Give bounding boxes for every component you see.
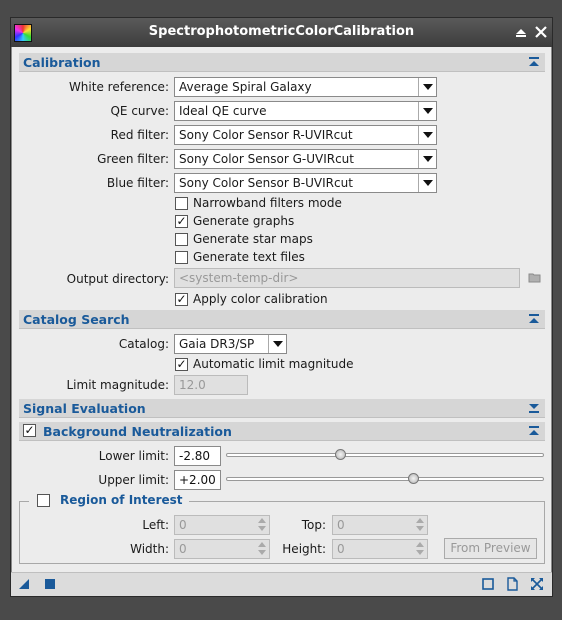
reset-icon[interactable] — [530, 577, 544, 591]
collapse-up-icon[interactable] — [527, 312, 541, 326]
green-filter-value: Sony Color Sensor G-UVIRcut — [179, 152, 354, 166]
blue-filter-combo[interactable]: Sony Color Sensor B-UVIRcut — [174, 173, 437, 193]
section-catalog-search[interactable]: Catalog Search — [19, 310, 545, 329]
qe-curve-value: Ideal QE curve — [179, 104, 267, 118]
white-reference-combo[interactable]: Average Spiral Galaxy — [174, 77, 437, 97]
catalog-label: Catalog: — [118, 337, 169, 351]
section-background-neutralization[interactable]: ✓ Background Neutralization — [19, 422, 545, 441]
roi-checkbox[interactable] — [37, 494, 50, 507]
section-calibration[interactable]: Calibration — [19, 53, 545, 72]
qe-curve-label: QE curve: — [110, 104, 169, 118]
roi-width-label: Width: — [130, 542, 169, 556]
generate-graphs-checkbox[interactable]: ✓ — [175, 215, 188, 228]
narrowband-checkbox[interactable] — [175, 197, 188, 210]
section-signal-evaluation[interactable]: Signal Evaluation — [19, 399, 545, 418]
narrowband-label: Narrowband filters mode — [193, 196, 342, 210]
background-neutralization-checkbox[interactable]: ✓ — [23, 424, 36, 437]
lower-limit-label: Lower limit: — [98, 449, 169, 463]
collapse-up-icon[interactable] — [527, 424, 541, 438]
window-title: SpectrophotometricColorCalibration — [148, 24, 415, 39]
chevron-down-icon — [418, 126, 436, 144]
close-icon[interactable] — [533, 24, 549, 40]
automatic-limit-checkbox[interactable]: ✓ — [175, 358, 188, 371]
chevron-down-icon — [268, 335, 286, 353]
roi-title: Region of Interest — [60, 493, 183, 507]
roi-header: Region of Interest — [29, 493, 189, 509]
white-reference-value: Average Spiral Galaxy — [179, 80, 312, 94]
apply-global-icon[interactable] — [43, 577, 57, 591]
upper-limit-slider-handle[interactable] — [408, 473, 420, 484]
white-reference-label: White reference: — [68, 80, 169, 94]
chevron-down-icon — [418, 150, 436, 168]
section-background-neutralization-title: Background Neutralization — [43, 424, 232, 439]
limit-magnitude-field[interactable]: 12.0 — [174, 375, 248, 395]
roi-top-spinner[interactable] — [414, 515, 427, 535]
expand-down-icon[interactable] — [527, 401, 541, 415]
lower-limit-slider[interactable] — [226, 453, 544, 457]
section-signal-evaluation-title: Signal Evaluation — [23, 401, 146, 416]
upper-limit-label: Upper limit: — [98, 473, 169, 487]
generate-star-maps-checkbox[interactable] — [175, 233, 188, 246]
green-filter-combo[interactable]: Sony Color Sensor G-UVIRcut — [174, 149, 437, 169]
from-preview-button[interactable]: From Preview — [444, 538, 537, 559]
roi-height-spinner[interactable] — [414, 539, 427, 559]
title-bar[interactable]: SpectrophotometricColorCalibration — [11, 18, 552, 47]
blue-filter-label: Blue filter: — [106, 176, 169, 190]
automatic-limit-label: Automatic limit magnitude — [193, 357, 354, 371]
red-filter-value: Sony Color Sensor R-UVIRcut — [179, 128, 353, 142]
generate-star-maps-label: Generate star maps — [193, 232, 313, 246]
roi-left-label: Left: — [142, 518, 169, 532]
chevron-down-icon — [418, 174, 436, 192]
document-icon[interactable] — [505, 577, 519, 591]
chevron-down-icon — [418, 78, 436, 96]
green-filter-label: Green filter: — [97, 152, 169, 166]
section-calibration-title: Calibration — [23, 55, 101, 70]
catalog-combo[interactable]: Gaia DR3/SP — [174, 334, 287, 354]
generate-text-files-checkbox[interactable] — [175, 251, 188, 264]
scc-window: SpectrophotometricColorCalibration Calib… — [10, 17, 553, 597]
apply-color-calibration-checkbox[interactable]: ✓ — [175, 293, 188, 306]
roi-height-label: Height: — [282, 542, 326, 556]
catalog-value: Gaia DR3/SP — [179, 337, 255, 351]
lower-limit-field[interactable]: -2.80 — [174, 446, 221, 466]
preview-icon[interactable] — [481, 577, 495, 591]
generate-graphs-label: Generate graphs — [193, 214, 295, 228]
lower-limit-slider-handle[interactable] — [334, 449, 346, 460]
collapse-up-icon[interactable] — [527, 55, 541, 69]
upper-limit-field[interactable]: +2.00 — [174, 470, 221, 490]
roi-top-label: Top: — [301, 518, 326, 532]
bottom-toolbar — [11, 572, 552, 596]
apply-color-calibration-label: Apply color calibration — [193, 292, 328, 306]
folder-icon[interactable] — [528, 271, 541, 283]
new-instance-icon[interactable] — [17, 577, 31, 591]
limit-magnitude-label: Limit magnitude: — [66, 378, 169, 392]
red-filter-label: Red filter: — [110, 128, 169, 142]
red-filter-combo[interactable]: Sony Color Sensor R-UVIRcut — [174, 125, 437, 145]
generate-text-files-label: Generate text files — [193, 250, 305, 264]
upper-limit-slider[interactable] — [226, 477, 544, 481]
output-directory-field[interactable]: <system-temp-dir> — [174, 268, 520, 288]
shade-icon[interactable] — [513, 24, 529, 40]
chevron-down-icon — [418, 102, 436, 120]
output-directory-label: Output directory: — [66, 272, 169, 286]
blue-filter-value: Sony Color Sensor B-UVIRcut — [179, 176, 353, 190]
section-catalog-search-title: Catalog Search — [23, 312, 130, 327]
qe-curve-combo[interactable]: Ideal QE curve — [174, 101, 437, 121]
